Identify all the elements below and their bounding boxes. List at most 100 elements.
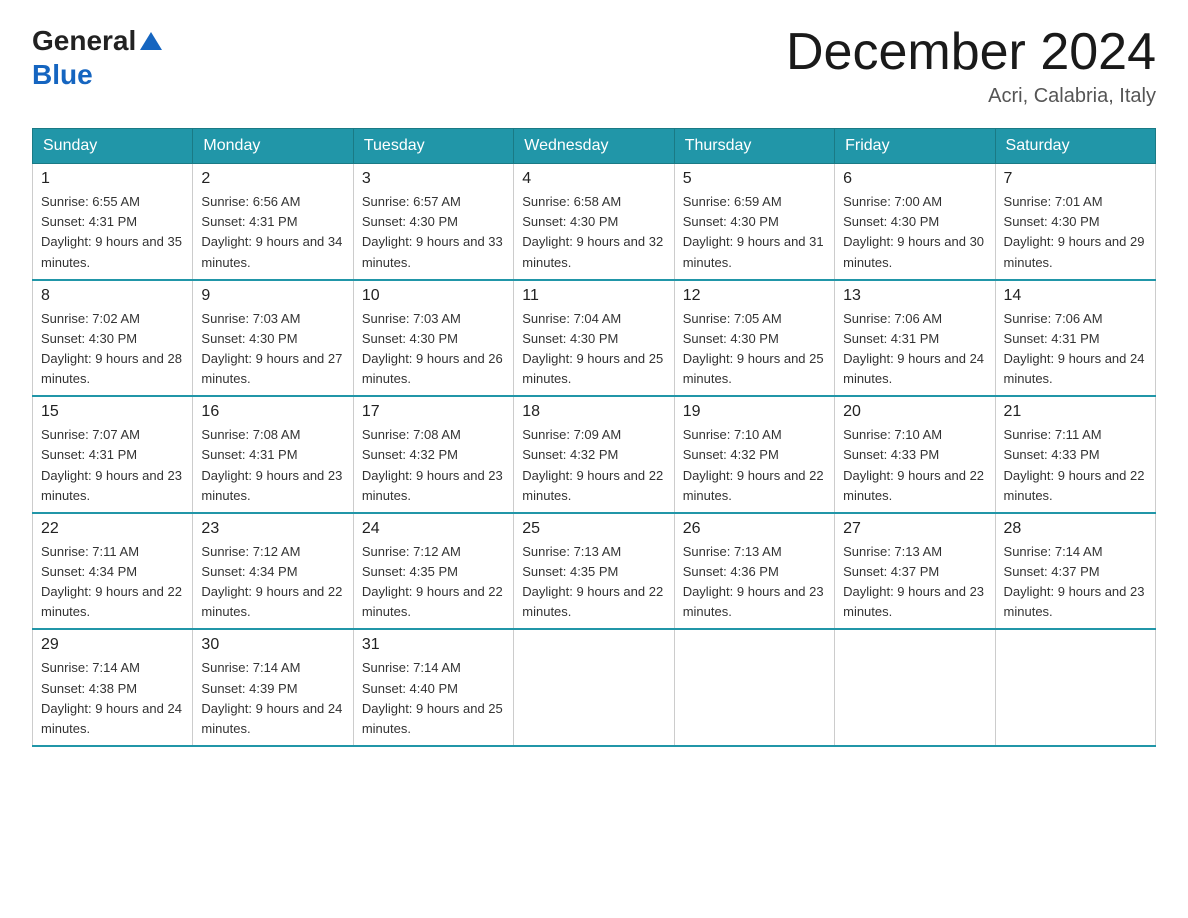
title-area: December 2024 Acri, Calabria, Italy	[786, 24, 1156, 108]
day-number: 25	[522, 520, 665, 538]
day-number: 17	[362, 403, 505, 421]
calendar-cell: 7 Sunrise: 7:01 AMSunset: 4:30 PMDaylight…	[995, 164, 1155, 280]
day-info: Sunrise: 7:12 AMSunset: 4:35 PMDaylight:…	[362, 542, 505, 623]
day-number: 21	[1004, 403, 1147, 421]
day-info: Sunrise: 7:11 AMSunset: 4:34 PMDaylight:…	[41, 542, 184, 623]
location-text: Acri, Calabria, Italy	[786, 85, 1156, 108]
calendar-cell: 21 Sunrise: 7:11 AMSunset: 4:33 PMDayligh…	[995, 396, 1155, 513]
day-number: 6	[843, 170, 986, 188]
calendar-week-row: 1 Sunrise: 6:55 AMSunset: 4:31 PMDaylight…	[33, 164, 1156, 280]
calendar-cell: 8 Sunrise: 7:02 AMSunset: 4:30 PMDaylight…	[33, 280, 193, 397]
day-number: 3	[362, 170, 505, 188]
day-number: 24	[362, 520, 505, 538]
calendar-week-row: 15 Sunrise: 7:07 AMSunset: 4:31 PMDayligh…	[33, 396, 1156, 513]
calendar-week-row: 8 Sunrise: 7:02 AMSunset: 4:30 PMDaylight…	[33, 280, 1156, 397]
day-number: 10	[362, 287, 505, 305]
day-info: Sunrise: 7:13 AMSunset: 4:36 PMDaylight:…	[683, 542, 826, 623]
calendar-cell	[674, 629, 834, 746]
calendar-cell: 28 Sunrise: 7:14 AMSunset: 4:37 PMDayligh…	[995, 513, 1155, 630]
day-number: 18	[522, 403, 665, 421]
calendar-table: SundayMondayTuesdayWednesdayThursdayFrid…	[32, 128, 1156, 747]
calendar-cell	[514, 629, 674, 746]
day-number: 7	[1004, 170, 1147, 188]
day-number: 4	[522, 170, 665, 188]
day-number: 5	[683, 170, 826, 188]
day-number: 29	[41, 636, 184, 654]
day-info: Sunrise: 7:14 AMSunset: 4:38 PMDaylight:…	[41, 658, 184, 739]
calendar-cell: 24 Sunrise: 7:12 AMSunset: 4:35 PMDayligh…	[353, 513, 513, 630]
calendar-cell: 29 Sunrise: 7:14 AMSunset: 4:38 PMDayligh…	[33, 629, 193, 746]
day-number: 26	[683, 520, 826, 538]
day-info: Sunrise: 7:09 AMSunset: 4:32 PMDaylight:…	[522, 425, 665, 506]
day-number: 11	[522, 287, 665, 305]
col-header-friday: Friday	[835, 129, 995, 164]
day-info: Sunrise: 7:13 AMSunset: 4:35 PMDaylight:…	[522, 542, 665, 623]
day-info: Sunrise: 7:01 AMSunset: 4:30 PMDaylight:…	[1004, 192, 1147, 273]
calendar-week-row: 29 Sunrise: 7:14 AMSunset: 4:38 PMDayligh…	[33, 629, 1156, 746]
day-info: Sunrise: 7:14 AMSunset: 4:39 PMDaylight:…	[201, 658, 344, 739]
day-number: 27	[843, 520, 986, 538]
calendar-cell	[835, 629, 995, 746]
calendar-cell: 18 Sunrise: 7:09 AMSunset: 4:32 PMDayligh…	[514, 396, 674, 513]
col-header-thursday: Thursday	[674, 129, 834, 164]
calendar-cell: 1 Sunrise: 6:55 AMSunset: 4:31 PMDaylight…	[33, 164, 193, 280]
day-info: Sunrise: 7:14 AMSunset: 4:37 PMDaylight:…	[1004, 542, 1147, 623]
logo-triangle-icon	[140, 32, 162, 50]
calendar-cell: 4Sunrise: 6:58 AMSunset: 4:30 PMDaylight…	[514, 164, 674, 280]
day-number: 28	[1004, 520, 1147, 538]
col-header-sunday: Sunday	[33, 129, 193, 164]
day-info: Sunrise: 7:08 AMSunset: 4:32 PMDaylight:…	[362, 425, 505, 506]
calendar-cell: 9 Sunrise: 7:03 AMSunset: 4:30 PMDaylight…	[193, 280, 353, 397]
day-number: 13	[843, 287, 986, 305]
day-number: 15	[41, 403, 184, 421]
day-info: Sunrise: 6:56 AMSunset: 4:31 PMDaylight:…	[201, 192, 344, 273]
day-number: 30	[201, 636, 344, 654]
calendar-cell: 17 Sunrise: 7:08 AMSunset: 4:32 PMDayligh…	[353, 396, 513, 513]
day-info: Sunrise: 6:57 AMSunset: 4:30 PMDaylight:…	[362, 192, 505, 273]
day-info: Sunrise: 6:59 AMSunset: 4:30 PMDaylight:…	[683, 192, 826, 273]
day-info: Sunrise: 7:00 AMSunset: 4:30 PMDaylight:…	[843, 192, 986, 273]
calendar-cell: 3 Sunrise: 6:57 AMSunset: 4:30 PMDaylight…	[353, 164, 513, 280]
calendar-week-row: 22Sunrise: 7:11 AMSunset: 4:34 PMDayligh…	[33, 513, 1156, 630]
day-info: Sunrise: 7:08 AMSunset: 4:31 PMDaylight:…	[201, 425, 344, 506]
day-info: Sunrise: 7:11 AMSunset: 4:33 PMDaylight:…	[1004, 425, 1147, 506]
day-info: Sunrise: 7:05 AMSunset: 4:30 PMDaylight:…	[683, 309, 826, 390]
day-info: Sunrise: 7:03 AMSunset: 4:30 PMDaylight:…	[362, 309, 505, 390]
day-info: Sunrise: 7:10 AMSunset: 4:33 PMDaylight:…	[843, 425, 986, 506]
day-info: Sunrise: 7:03 AMSunset: 4:30 PMDaylight:…	[201, 309, 344, 390]
day-number: 2	[201, 170, 344, 188]
day-info: Sunrise: 7:13 AMSunset: 4:37 PMDaylight:…	[843, 542, 986, 623]
day-info: Sunrise: 7:14 AMSunset: 4:40 PMDaylight:…	[362, 658, 505, 739]
day-number: 1	[41, 170, 184, 188]
day-number: 9	[201, 287, 344, 305]
day-info: Sunrise: 7:10 AMSunset: 4:32 PMDaylight:…	[683, 425, 826, 506]
day-info: Sunrise: 7:04 AMSunset: 4:30 PMDaylight:…	[522, 309, 665, 390]
day-number: 31	[362, 636, 505, 654]
day-number: 16	[201, 403, 344, 421]
day-number: 8	[41, 287, 184, 305]
day-info: Sunrise: 7:12 AMSunset: 4:34 PMDaylight:…	[201, 542, 344, 623]
calendar-cell: 13Sunrise: 7:06 AMSunset: 4:31 PMDayligh…	[835, 280, 995, 397]
calendar-cell: 20 Sunrise: 7:10 AMSunset: 4:33 PMDayligh…	[835, 396, 995, 513]
calendar-cell: 25 Sunrise: 7:13 AMSunset: 4:35 PMDayligh…	[514, 513, 674, 630]
calendar-cell: 30 Sunrise: 7:14 AMSunset: 4:39 PMDayligh…	[193, 629, 353, 746]
col-header-wednesday: Wednesday	[514, 129, 674, 164]
calendar-cell: 22Sunrise: 7:11 AMSunset: 4:34 PMDayligh…	[33, 513, 193, 630]
day-info: Sunrise: 7:06 AMSunset: 4:31 PMDaylight:…	[1004, 309, 1147, 390]
calendar-cell: 19Sunrise: 7:10 AMSunset: 4:32 PMDayligh…	[674, 396, 834, 513]
day-info: Sunrise: 7:07 AMSunset: 4:31 PMDaylight:…	[41, 425, 184, 506]
col-header-monday: Monday	[193, 129, 353, 164]
day-number: 12	[683, 287, 826, 305]
day-number: 23	[201, 520, 344, 538]
calendar-cell: 14Sunrise: 7:06 AMSunset: 4:31 PMDayligh…	[995, 280, 1155, 397]
day-info: Sunrise: 7:02 AMSunset: 4:30 PMDaylight:…	[41, 309, 184, 390]
calendar-cell: 6 Sunrise: 7:00 AMSunset: 4:30 PMDaylight…	[835, 164, 995, 280]
calendar-cell: 31 Sunrise: 7:14 AMSunset: 4:40 PMDayligh…	[353, 629, 513, 746]
page-header: General Blue December 2024 Acri, Calabri…	[32, 24, 1156, 108]
calendar-cell: 15 Sunrise: 7:07 AMSunset: 4:31 PMDayligh…	[33, 396, 193, 513]
col-header-tuesday: Tuesday	[353, 129, 513, 164]
day-number: 20	[843, 403, 986, 421]
col-header-saturday: Saturday	[995, 129, 1155, 164]
calendar-cell: 11 Sunrise: 7:04 AMSunset: 4:30 PMDayligh…	[514, 280, 674, 397]
day-info: Sunrise: 6:55 AMSunset: 4:31 PMDaylight:…	[41, 192, 184, 273]
